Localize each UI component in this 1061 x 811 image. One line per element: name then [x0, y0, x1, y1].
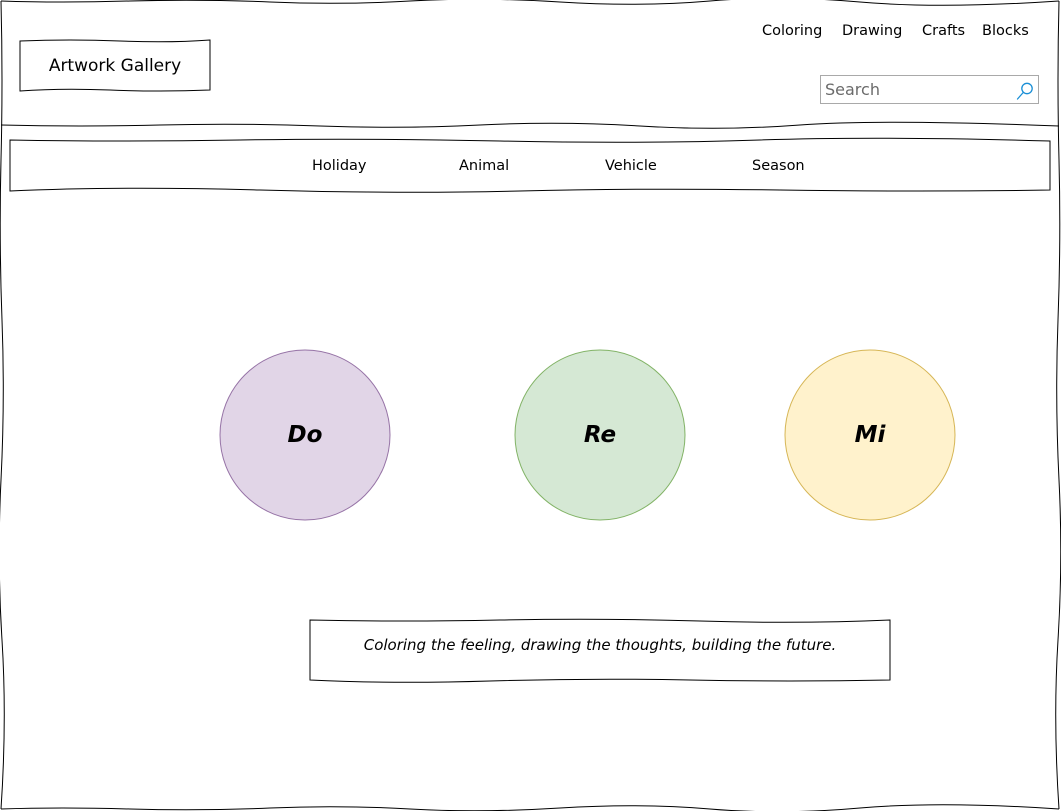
- category-animal[interactable]: Animal: [459, 156, 509, 176]
- search-icon[interactable]: [1015, 81, 1035, 101]
- tagline-text: Coloring the feeling, drawing the though…: [363, 636, 837, 654]
- nav-coloring[interactable]: Coloring: [762, 21, 822, 41]
- circle-label-do: Do: [287, 422, 323, 448]
- category-holiday[interactable]: Holiday: [312, 156, 367, 176]
- nav-blocks[interactable]: Blocks: [982, 21, 1029, 41]
- category-vehicle[interactable]: Vehicle: [605, 156, 657, 176]
- nav-crafts[interactable]: Crafts: [922, 21, 965, 41]
- search-box[interactable]: [820, 75, 1039, 104]
- circle-label-mi: Mi: [854, 422, 886, 448]
- circle-label-re: Re: [583, 422, 617, 448]
- logo-text[interactable]: Artwork Gallery: [22, 42, 208, 89]
- category-season[interactable]: Season: [752, 156, 805, 176]
- search-input[interactable]: [825, 79, 1011, 100]
- nav-drawing[interactable]: Drawing: [842, 21, 902, 41]
- category-bar: [9, 137, 1051, 193]
